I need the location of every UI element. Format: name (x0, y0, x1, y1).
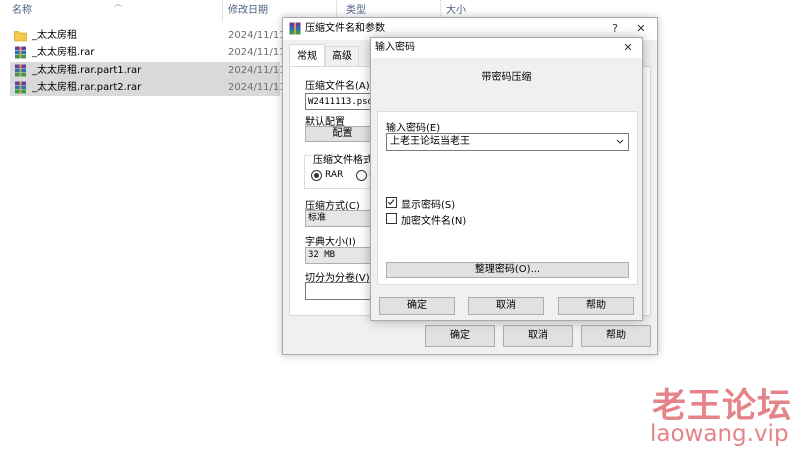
password-input[interactable]: 上老王论坛当老王 (386, 133, 629, 151)
dictionary-label: 字典大小(I) (305, 237, 356, 248)
encrypt-filenames-label: 加密文件名(N) (401, 216, 467, 227)
format-zip-radio[interactable] (356, 170, 367, 181)
help-button[interactable]: 帮助 (558, 297, 634, 315)
rar-archive-icon (15, 64, 26, 77)
dialog-header: 带密码压缩 (481, 72, 532, 83)
cancel-button[interactable]: 取消 (503, 325, 573, 347)
folder-icon (14, 31, 27, 42)
checkmark-icon (387, 199, 395, 205)
organize-passwords-button[interactable]: 整理密码(O)... (386, 262, 629, 278)
profile-button[interactable]: 配置 (305, 126, 380, 142)
list-item[interactable]: _太太房租.rar.part1.rar 2024/11/11 (10, 62, 286, 79)
list-item[interactable]: _太太房租.rar 2024/11/11 (10, 44, 286, 61)
format-group-label: 压缩文件格式 (311, 151, 375, 166)
format-rar-radio[interactable] (311, 170, 322, 181)
file-date: 2024/11/11 (228, 65, 286, 76)
file-date: 2024/11/11 (228, 82, 286, 93)
rar-archive-icon (15, 81, 26, 94)
method-select[interactable]: 标准 (305, 210, 380, 227)
column-divider[interactable] (222, 0, 223, 22)
list-item[interactable]: _太太房租.rar.part2.rar 2024/11/11 (10, 79, 286, 96)
ok-button[interactable]: 确定 (425, 325, 495, 347)
watermark-title: 老王论坛 (652, 386, 792, 426)
encrypt-filenames-checkbox[interactable] (386, 213, 397, 224)
password-value: 上老王论坛当老王 (390, 136, 470, 147)
ok-button[interactable]: 确定 (379, 297, 455, 315)
format-rar-label: RAR (325, 170, 344, 180)
cancel-button[interactable]: 取消 (468, 297, 544, 315)
file-name: _太太房租.rar.part1.rar (32, 65, 142, 76)
dictionary-select[interactable]: 32 MB (305, 247, 380, 264)
tab-advanced[interactable]: 高级 (325, 46, 359, 66)
list-item[interactable]: _太太房租 2024/11/11 (10, 27, 286, 44)
password-label: 输入密码(E) (386, 123, 441, 134)
tab-general[interactable]: 常规 (289, 44, 325, 66)
column-header-name[interactable]: 名称 (12, 0, 32, 22)
sort-up-icon: ︿ (114, 0, 122, 8)
file-date: 2024/11/11 (228, 47, 286, 58)
close-icon[interactable]: ✕ (616, 38, 640, 58)
help-button[interactable]: 帮助 (581, 325, 651, 347)
password-dialog: 输入密码 ✕ 带密码压缩 输入密码(E) 上老王论坛当老王 显示密码(S) 加密… (370, 37, 643, 321)
show-password-label: 显示密码(S) (401, 200, 456, 211)
file-date: 2024/11/11 (228, 30, 286, 41)
split-volumes-input[interactable] (305, 282, 380, 300)
column-header-modified[interactable]: 修改日期 (228, 0, 268, 22)
file-name: _太太房租.rar.part2.rar (32, 82, 142, 93)
file-name: _太太房租.rar (32, 47, 95, 58)
password-panel: 输入密码(E) 上老王论坛当老王 显示密码(S) 加密文件名(N) 整理密码(O… (377, 111, 638, 285)
file-name: _太太房租 (32, 30, 77, 41)
winrar-icon (289, 22, 301, 35)
chevron-down-icon[interactable] (614, 134, 626, 150)
dialog-title: 输入密码 (375, 42, 415, 53)
rar-archive-icon (15, 46, 26, 59)
show-password-checkbox[interactable] (386, 197, 397, 208)
archive-name-input[interactable]: W2411113.psd (305, 93, 380, 110)
watermark-url: laowang.vip (650, 421, 789, 447)
archive-name-label: 压缩文件名(A) (305, 81, 370, 92)
dialog-titlebar[interactable]: 输入密码 ✕ (371, 38, 642, 58)
